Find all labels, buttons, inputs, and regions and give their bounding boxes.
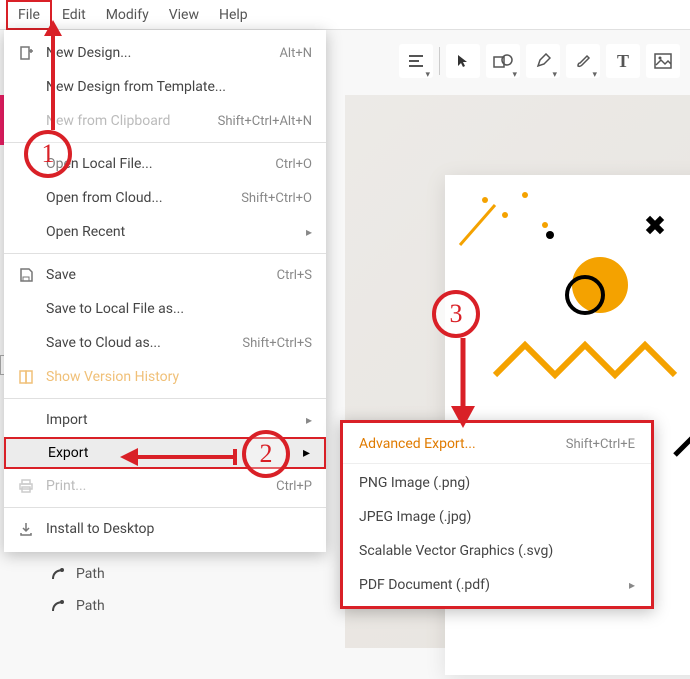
shape-tool[interactable] — [486, 44, 520, 78]
shortcut: Ctrl+O — [275, 157, 312, 172]
menu-separator — [4, 253, 326, 254]
shape-icon — [493, 53, 513, 69]
menu-label: Open Local File... — [46, 156, 275, 172]
menu-help[interactable]: Help — [209, 2, 258, 28]
menu-label: Install to Desktop — [46, 521, 312, 537]
submenu-label: PNG Image (.png) — [359, 475, 635, 491]
layer-row[interactable]: Path — [50, 558, 105, 590]
menu-label: Print... — [46, 478, 276, 494]
new-design-icon — [16, 43, 36, 63]
menu-save-cloud[interactable]: Save to Cloud as... Shift+Ctrl+S — [4, 326, 326, 360]
submenu-advanced-export[interactable]: Advanced Export... Shift+Ctrl+E — [343, 427, 651, 461]
submenu-svg[interactable]: Scalable Vector Graphics (.svg) — [343, 534, 651, 568]
shortcut: Ctrl+S — [277, 268, 312, 283]
shortcut: Shift+Ctrl+O — [241, 191, 312, 206]
toolbar: T — [399, 38, 680, 84]
save-icon — [16, 265, 36, 285]
arrow-down-icon — [449, 338, 477, 428]
shortcut: Shift+Ctrl+S — [242, 336, 312, 351]
menu-install-desktop[interactable]: Install to Desktop — [4, 512, 326, 546]
layer-label: Path — [76, 566, 105, 582]
text-icon: T — [617, 51, 629, 72]
menu-view[interactable]: View — [159, 2, 209, 28]
menu-open-cloud[interactable]: Open from Cloud... Shift+Ctrl+O — [4, 181, 326, 215]
arrow-up-icon — [42, 20, 64, 130]
annotation-number: 2 — [260, 439, 273, 469]
submenu-separator — [343, 463, 651, 464]
menu-modify[interactable]: Modify — [96, 2, 159, 28]
annotation-2: 2 — [242, 430, 290, 478]
layer-row[interactable]: Path — [50, 590, 105, 622]
submenu-pdf[interactable]: PDF Document (.pdf) ▸ — [343, 568, 651, 602]
image-icon — [654, 53, 672, 69]
menu-label: Save to Cloud as... — [46, 335, 242, 351]
menu-save[interactable]: Save Ctrl+S — [4, 258, 326, 292]
menu-open-recent[interactable]: Open Recent ▸ — [4, 215, 326, 249]
chevron-right-icon: ▸ — [306, 225, 312, 239]
submenu-label: JPEG Image (.jpg) — [359, 509, 635, 525]
align-icon — [407, 52, 425, 70]
menu-label: Open Recent — [46, 224, 306, 240]
select-tool[interactable] — [446, 44, 480, 78]
arrow-left-icon — [120, 444, 240, 470]
menubar: File Edit Modify View Help — [0, 0, 690, 30]
menu-label: Show Version History — [46, 369, 312, 385]
history-icon — [16, 367, 36, 387]
submenu-label: Advanced Export... — [359, 436, 566, 452]
annotation-circle: 2 — [242, 430, 290, 478]
submenu-jpeg[interactable]: JPEG Image (.jpg) — [343, 500, 651, 534]
layer-label: Path — [76, 598, 105, 614]
path-icon — [50, 598, 66, 614]
menu-label: Save to Local File as... — [46, 301, 312, 317]
text-tool[interactable]: T — [606, 44, 640, 78]
shortcut: Shift+Ctrl+E — [566, 437, 635, 452]
shortcut: Alt+N — [279, 46, 312, 61]
image-tool[interactable] — [646, 44, 680, 78]
toolbar-separator — [439, 47, 440, 75]
annotation-circle: 1 — [24, 130, 72, 178]
export-submenu: Advanced Export... Shift+Ctrl+E PNG Imag… — [340, 420, 654, 609]
print-icon — [16, 476, 36, 496]
menu-save-local[interactable]: Save to Local File as... — [4, 292, 326, 326]
menu-label: New Design... — [46, 45, 279, 61]
chevron-right-icon: ▸ — [306, 413, 312, 427]
menu-label: Import — [46, 412, 306, 428]
menu-label: New Design from Template... — [46, 79, 312, 95]
menu-label: Open from Cloud... — [46, 190, 241, 206]
annotation-number: 3 — [450, 299, 463, 329]
submenu-label: PDF Document (.pdf) — [359, 577, 629, 593]
annotation-number: 1 — [42, 139, 55, 169]
install-icon — [16, 519, 36, 539]
cursor-icon — [455, 53, 471, 69]
chevron-right-icon: ▸ — [629, 578, 635, 592]
chevron-right-icon: ▸ — [303, 445, 310, 461]
brush-tool[interactable] — [566, 44, 600, 78]
pen-icon — [535, 53, 551, 69]
menu-label: Save — [46, 267, 277, 283]
layers-panel: Path Path — [50, 558, 105, 622]
menu-separator — [4, 507, 326, 508]
path-icon — [50, 566, 66, 582]
shortcut: Ctrl+P — [276, 479, 312, 494]
pen-tool[interactable] — [526, 44, 560, 78]
menu-separator — [4, 398, 326, 399]
brush-icon — [575, 53, 591, 69]
annotation-1: 1 — [24, 130, 72, 178]
submenu-png[interactable]: PNG Image (.png) — [343, 466, 651, 500]
shortcut: Shift+Ctrl+Alt+N — [218, 114, 312, 129]
menu-label: New from Clipboard — [46, 113, 218, 129]
align-button[interactable] — [399, 44, 433, 78]
annotation-circle: 3 — [432, 290, 480, 338]
annotation-3: 3 — [432, 290, 480, 338]
menu-version-history: Show Version History — [4, 360, 326, 394]
submenu-label: Scalable Vector Graphics (.svg) — [359, 543, 635, 559]
